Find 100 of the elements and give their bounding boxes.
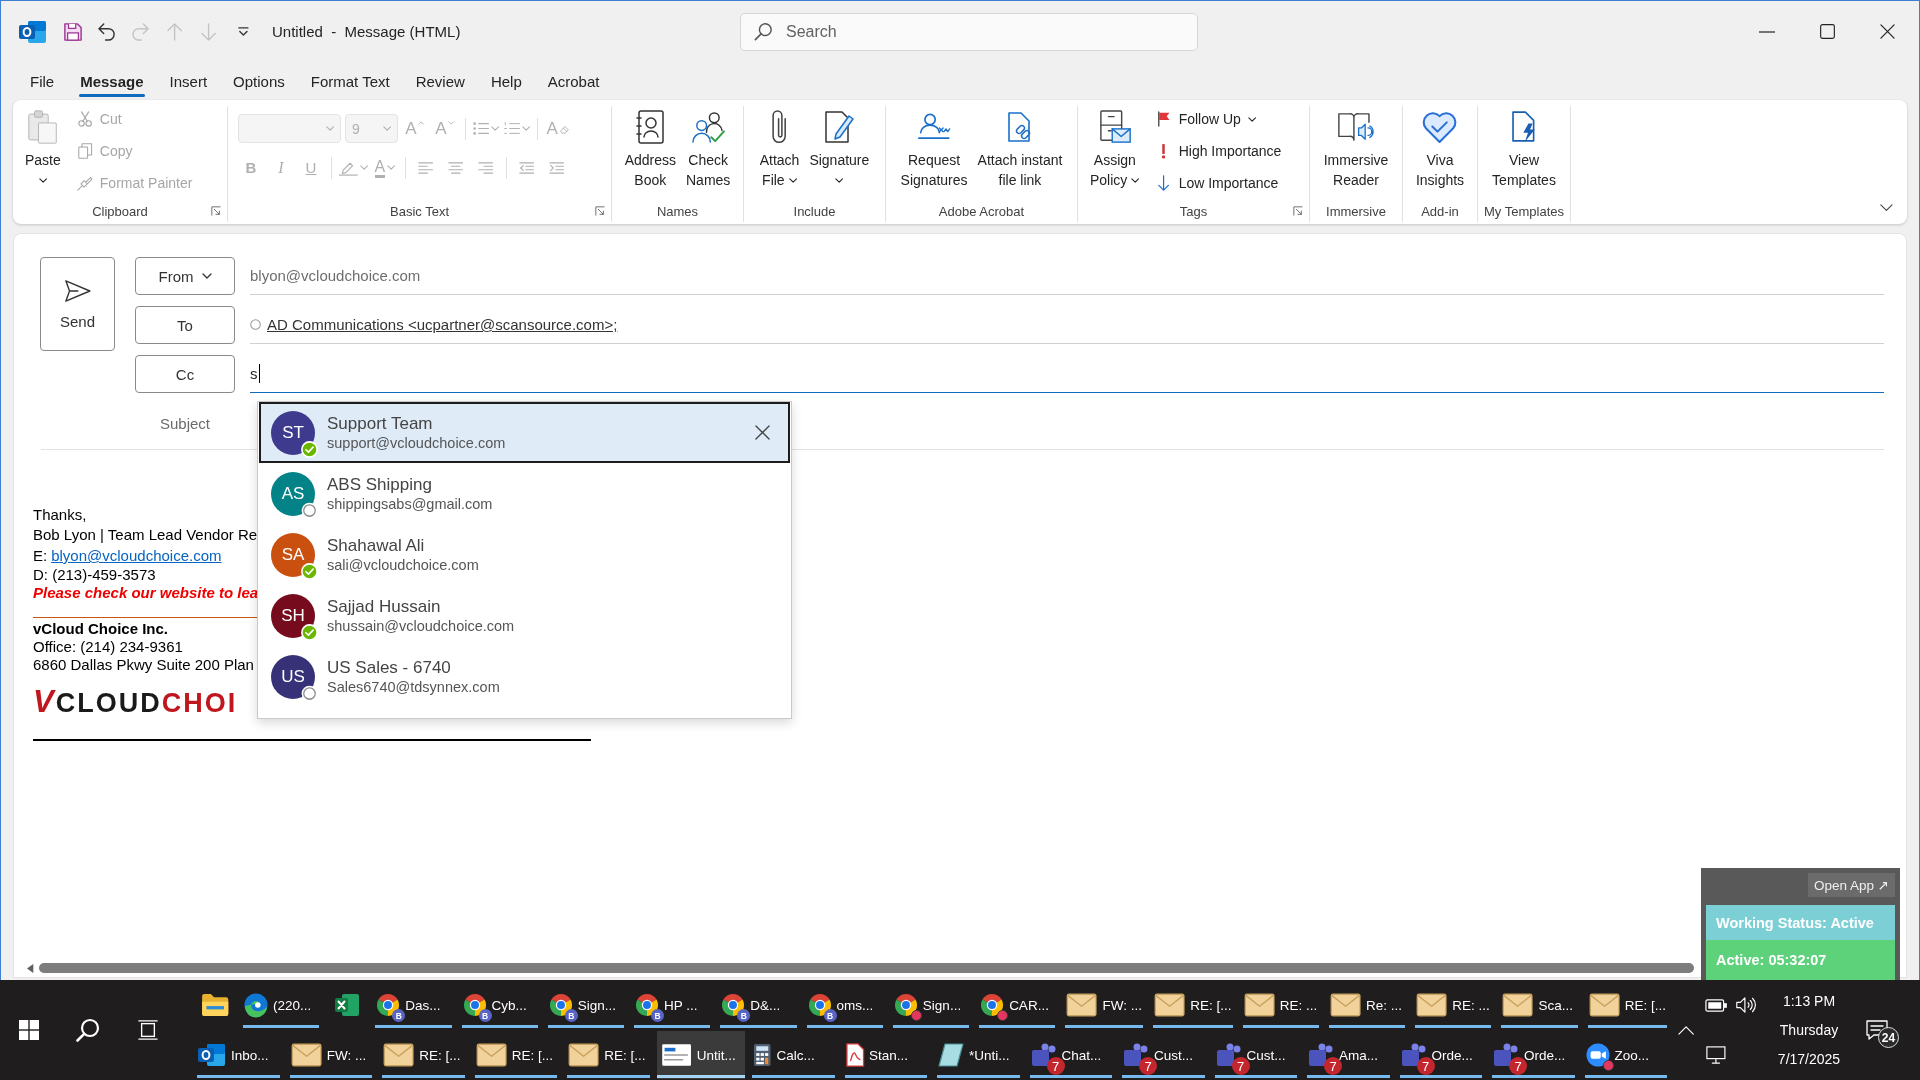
caret-icon	[491, 126, 500, 131]
alert-dot-icon	[910, 1010, 922, 1021]
taskbar-button[interactable]: B oms...	[803, 981, 886, 1029]
menu-tab[interactable]: Review	[414, 62, 466, 100]
scrollbar-thumb[interactable]	[39, 963, 1694, 973]
cc-field[interactable]: s	[250, 355, 1884, 393]
suggestion-item[interactable]: SH Sajjad Hussain shussain@vcloudchoice.com	[259, 585, 790, 646]
taskbar-button[interactable]: Re: ...	[1325, 981, 1409, 1029]
taskbar-button[interactable]: Zoo...	[1581, 1031, 1670, 1079]
taskbar-button[interactable]: 7 Orde...	[1396, 1031, 1485, 1079]
group-label: Adobe Acrobat	[938, 203, 1025, 219]
caret-icon	[521, 126, 531, 131]
envelope-icon	[383, 1043, 415, 1067]
down-arrow-icon	[201, 22, 217, 41]
taskbar-button[interactable]: 7 Ama...	[1304, 1031, 1393, 1079]
from-field[interactable]: blyon@vcloudchoice.com	[250, 257, 1884, 295]
avatar: US	[271, 654, 315, 699]
open-app-button[interactable]: Open App ↗	[1807, 873, 1895, 897]
notification-button[interactable]: 24	[1852, 980, 1902, 1080]
attach-file-link-button[interactable]: Attach instant file link	[973, 106, 1067, 190]
taskbar-button[interactable]: Stan...	[841, 1031, 930, 1079]
phone-text: D: (213)-459-3573	[33, 566, 156, 584]
taskbar-button[interactable]: B HP ...	[631, 981, 714, 1029]
taskbar-button[interactable]: Calc...	[749, 1031, 838, 1079]
taskbar-button[interactable]: B Cyb...	[458, 981, 541, 1029]
view-templates-button[interactable]: View Templates	[1488, 106, 1560, 190]
attach-file-button[interactable]: Attach File	[755, 106, 804, 190]
menu-tab[interactable]: Message	[79, 62, 145, 100]
address-book-button[interactable]: Address Book	[620, 106, 680, 190]
dialog-launcher-button[interactable]	[211, 206, 221, 216]
taskbar-button[interactable]: 7 Orde...	[1489, 1031, 1578, 1079]
taskbar-button[interactable]: CAR...	[976, 981, 1059, 1029]
suggestion-item[interactable]: ST Support Team support@vcloudchoice.com	[259, 402, 790, 463]
to-button[interactable]: To	[135, 306, 235, 344]
menu-tab[interactable]: Help	[489, 62, 523, 100]
taskbar-button[interactable]: 7 Cust...	[1119, 1031, 1208, 1079]
to-field[interactable]: AD Communications <ucpartner@scansource.com>;	[250, 306, 1884, 344]
volume-button[interactable]	[1736, 994, 1756, 1016]
taskbar-button[interactable]: RE: [...	[379, 1031, 468, 1079]
align-right-icon	[478, 161, 494, 174]
taskbar-button[interactable]: RE: [...	[1150, 981, 1236, 1029]
immersive-reader-button[interactable]: Immersive Reader	[1319, 106, 1393, 190]
taskbar-button[interactable]: B D&...	[717, 981, 800, 1029]
taskbar-button[interactable]: Untit...	[656, 1031, 745, 1079]
suggestion-item[interactable]: SA Shahawal Ali sali@vcloudchoice.com	[259, 524, 790, 585]
profile-badge: B	[392, 1009, 406, 1022]
suggestion-item[interactable]: AS ABS Shipping shippingsabs@gmail.com	[259, 463, 790, 524]
taskbar-button[interactable]: 7 Chat...	[1026, 1031, 1115, 1079]
follow-up-button[interactable]: Follow Up	[1151, 106, 1261, 132]
cc-button[interactable]: Cc	[135, 355, 235, 393]
from-button[interactable]: From	[135, 257, 235, 295]
email-link[interactable]: blyon@vcloudchoice.com	[51, 545, 222, 566]
taskbar-button[interactable]: *Unti...	[934, 1031, 1023, 1079]
menu-tab[interactable]: Format Text	[309, 62, 391, 100]
recipient-name[interactable]: AD Communications <ucpartner@scansource.com>;	[267, 316, 618, 333]
close-icon	[754, 425, 770, 440]
low-importance-button[interactable]: Low Importance	[1151, 170, 1283, 196]
signature-button[interactable]: Signature	[805, 106, 874, 190]
envelope-icon	[1154, 993, 1186, 1017]
envelope-icon	[1588, 993, 1620, 1017]
count-badge: 24	[1878, 1027, 1899, 1048]
collapse-ribbon-button[interactable]	[1880, 204, 1893, 212]
taskbar-button[interactable]: RE: [...	[471, 1031, 560, 1079]
menu-tab[interactable]: Insert	[168, 62, 209, 100]
taskbar-button[interactable]: RE: ...	[1412, 981, 1495, 1029]
chevron-icon	[1880, 204, 1893, 212]
taskbar-button[interactable]: 7 Cust...	[1211, 1031, 1300, 1079]
network-button[interactable]	[1706, 1044, 1726, 1066]
paste-button[interactable]: Paste	[21, 106, 65, 190]
suggestion-item[interactable]: US US Sales - 6740 Sales6740@tdsynnex.com	[259, 646, 790, 707]
profile-badge: B	[737, 1009, 751, 1022]
taskbar-button[interactable]: Sign...	[889, 981, 973, 1029]
dialog-launcher-button[interactable]	[595, 206, 605, 216]
taskbar-button[interactable]: FW: ...	[1062, 981, 1147, 1029]
signature-pen-icon	[824, 110, 855, 144]
taskbar-button[interactable]: FW: ...	[286, 1031, 375, 1079]
profile-badge: B	[651, 1009, 665, 1022]
high-importance-button[interactable]: High Importance	[1151, 138, 1286, 164]
taskbar-button[interactable]: Inbo...	[194, 1031, 283, 1079]
insights-button[interactable]: Viva Insights	[1411, 106, 1469, 190]
taskbar-button[interactable]: Sca...	[1498, 981, 1581, 1029]
caret-icon	[382, 126, 391, 131]
assign-policy-button[interactable]: Assign Policy	[1086, 106, 1144, 190]
taskbar-button[interactable]: RE: [...	[1584, 981, 1671, 1029]
taskbar-button[interactable]: B Sign...	[544, 981, 628, 1029]
taskbar-button[interactable]: (220...	[240, 981, 323, 1029]
search-field[interactable]: Search	[740, 12, 1198, 51]
taskbar-button[interactable]: RE: [...	[564, 1031, 653, 1079]
check-names-button[interactable]: Check Names	[682, 106, 735, 190]
exclamation-icon	[1161, 143, 1167, 159]
close-icon	[1879, 24, 1895, 39]
contact-email: shippingsabs@gmail.com	[327, 494, 493, 514]
dialog-launcher-button[interactable]	[1293, 206, 1303, 216]
taskbar-button[interactable]: B Das...	[372, 981, 455, 1029]
send-button[interactable]: Send	[40, 257, 115, 351]
taskbar-button[interactable]: RE: ...	[1239, 981, 1322, 1029]
request-signatures-button[interactable]: Request Signatures	[896, 106, 972, 190]
menu-tab[interactable]: Acrobat	[546, 62, 601, 100]
menu-tab[interactable]: Options	[232, 62, 286, 100]
menu-tab[interactable]: File	[29, 62, 56, 100]
